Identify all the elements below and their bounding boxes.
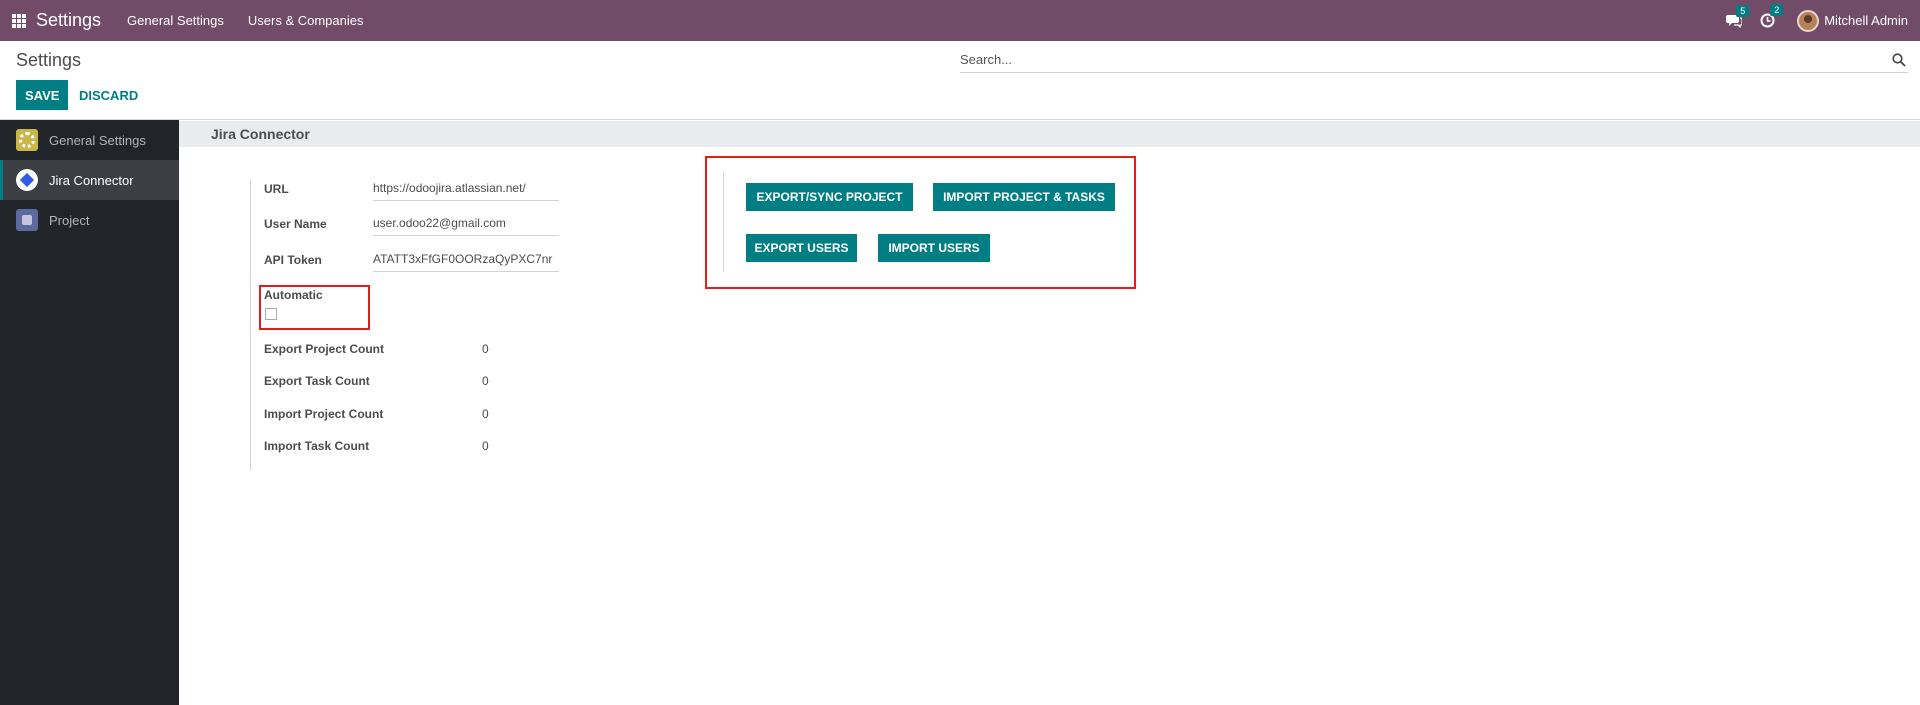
- menu-general-settings[interactable]: General Settings: [127, 13, 224, 28]
- username-field[interactable]: user.odoo22@gmail.com: [373, 214, 559, 236]
- user-name[interactable]: Mitchell Admin: [1824, 13, 1908, 28]
- sidebar-item-general-settings[interactable]: General Settings: [0, 120, 179, 160]
- url-field[interactable]: https://odoojira.atlassian.net/: [373, 179, 559, 201]
- sidebar-item-jira-connector[interactable]: Jira Connector: [0, 160, 179, 200]
- messages-button[interactable]: 5: [1726, 4, 1750, 28]
- import-project-count-label: Import Project Count: [264, 407, 384, 421]
- import-task-count-label: Import Task Count: [264, 439, 370, 453]
- settings-sidebar: General Settings Jira Connector Project: [0, 120, 179, 705]
- user-avatar[interactable]: [1797, 9, 1820, 32]
- page-title: Settings: [16, 50, 82, 70]
- sidebar-item-label: General Settings: [49, 132, 146, 148]
- section-title: Jira Connector: [179, 121, 1920, 147]
- jira-icon: [16, 169, 38, 191]
- puzzle-icon: [16, 209, 38, 231]
- search-icon[interactable]: [1892, 52, 1906, 67]
- actions-highlight-box: [705, 156, 1136, 289]
- import-task-count-value: 0: [482, 439, 489, 453]
- username-label: User Name: [264, 217, 327, 231]
- sidebar-item-label: Jira Connector: [49, 172, 134, 188]
- activities-badge: 2: [1770, 4, 1784, 16]
- search-input[interactable]: [960, 52, 1892, 67]
- search-bar: [960, 47, 1908, 73]
- export-project-count-label: Export Project Count: [264, 342, 385, 356]
- gear-icon: [16, 129, 38, 151]
- discard-button[interactable]: DISCARD: [77, 80, 140, 110]
- control-panel-divider: [0, 119, 1920, 120]
- messages-badge: 5: [1736, 4, 1750, 17]
- menu-users-companies[interactable]: Users & Companies: [248, 13, 364, 28]
- url-label: URL: [264, 182, 289, 196]
- api-token-label: API Token: [264, 253, 322, 267]
- systray: 5 2 Mitchell Admin: [1726, 0, 1908, 41]
- save-button[interactable]: SAVE: [16, 80, 69, 110]
- top-navbar: Settings General Settings Users & Compan…: [0, 0, 1920, 41]
- export-task-count-label: Export Task Count: [264, 374, 370, 388]
- automatic-highlight-box: [259, 285, 370, 330]
- export-task-count-value: 0: [482, 374, 489, 388]
- api-token-field[interactable]: ATATT3xFfGF0OORzaQyPXC7nr: [373, 250, 559, 272]
- sidebar-item-label: Project: [49, 212, 90, 228]
- sidebar-item-project[interactable]: Project: [0, 200, 179, 240]
- import-project-count-value: 0: [482, 407, 489, 421]
- activities-button[interactable]: 2: [1760, 4, 1784, 28]
- export-project-count-value: 0: [482, 342, 489, 356]
- app-title[interactable]: Settings: [36, 10, 101, 31]
- apps-menu-icon[interactable]: [12, 13, 26, 28]
